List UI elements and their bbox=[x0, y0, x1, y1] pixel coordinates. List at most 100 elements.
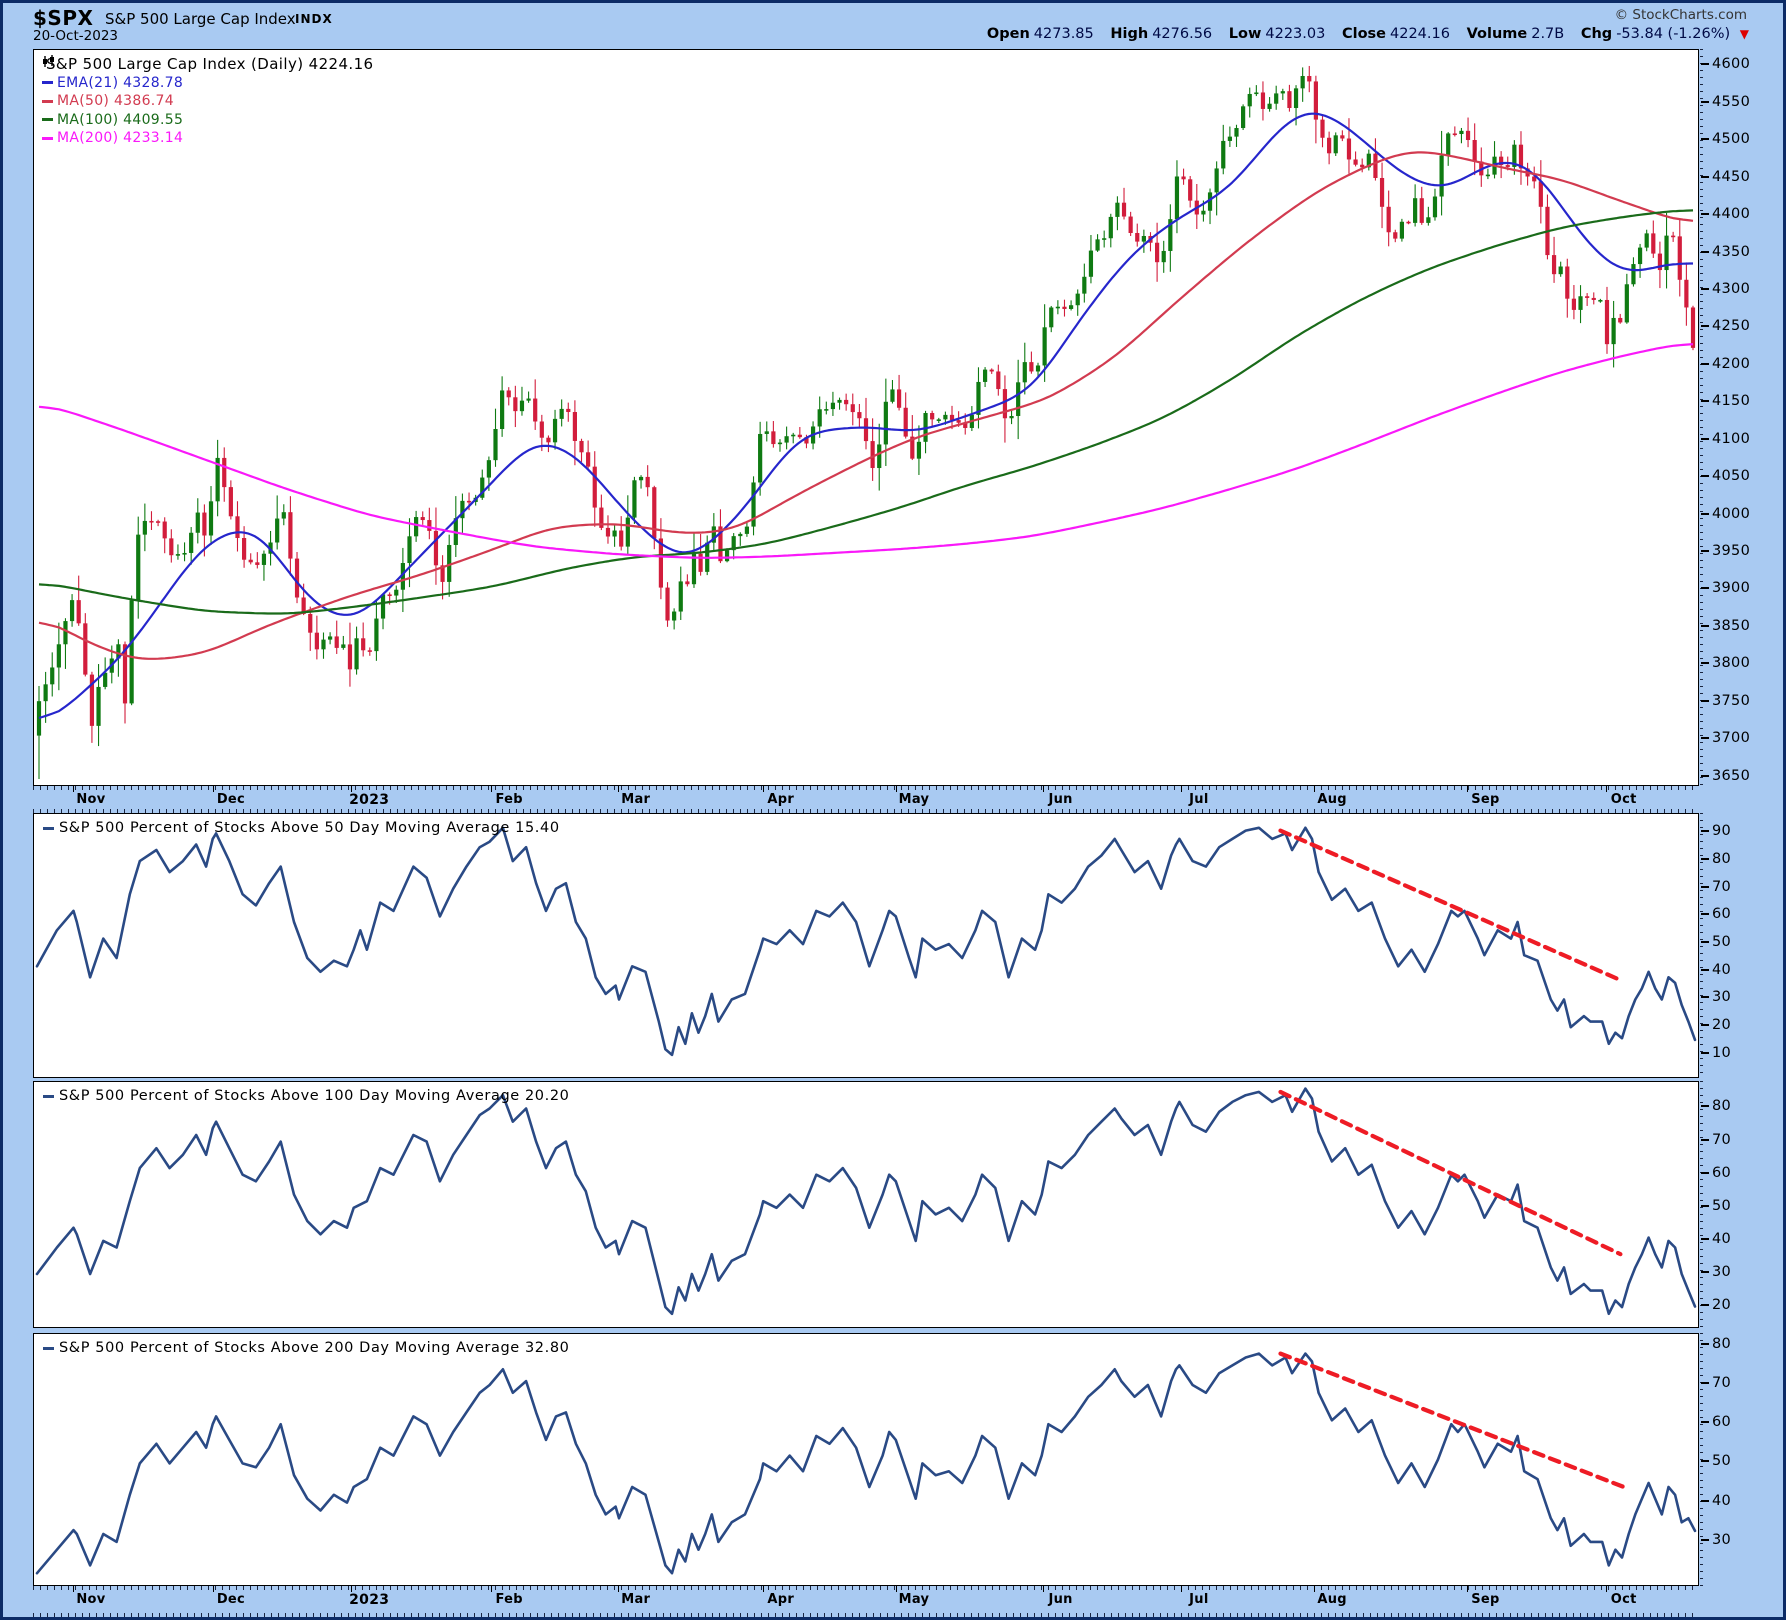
month-label: Mar bbox=[621, 792, 650, 807]
close-label: Close bbox=[1342, 26, 1386, 42]
price-panel: S&P 500 Large Cap Index (Daily) 4224.16 … bbox=[33, 49, 1699, 786]
candlestick-chart bbox=[34, 50, 1698, 785]
month-label: Sep bbox=[1471, 1592, 1499, 1607]
y-tick-label: 70 bbox=[1701, 1375, 1731, 1391]
ma50-line-swatch bbox=[42, 100, 53, 103]
month-label: Mar bbox=[621, 1592, 650, 1607]
y-tick-label: 60 bbox=[1701, 906, 1731, 922]
index-name: S&P 500 Large Cap Index bbox=[105, 10, 296, 28]
month-label: Oct bbox=[1611, 792, 1637, 807]
ma100-line-swatch bbox=[42, 118, 53, 121]
y-tick-label: 4300 bbox=[1701, 281, 1750, 297]
percent-above-100dma-text: S&P 500 Percent of Stocks Above 100 Day … bbox=[59, 1088, 570, 1104]
percent-above-50dma-panel: S&P 500 Percent of Stocks Above 50 Day M… bbox=[33, 813, 1699, 1078]
y-tick-label: 10 bbox=[1701, 1045, 1731, 1061]
y-tick-label: 20 bbox=[1701, 1297, 1731, 1313]
month-tick bbox=[896, 786, 897, 792]
month-tick bbox=[491, 786, 492, 792]
month-label: Nov bbox=[76, 1592, 105, 1607]
y-tick-label: 30 bbox=[1701, 1532, 1731, 1548]
month-tick bbox=[1181, 786, 1182, 792]
percent-above-200dma-panel: S&P 500 Percent of Stocks Above 200 Day … bbox=[33, 1333, 1699, 1586]
ma100-label: MA(100) 4409.55 bbox=[57, 112, 183, 128]
month-tick bbox=[618, 1586, 619, 1592]
month-label: Feb bbox=[495, 1592, 522, 1607]
open-value: 4273.85 bbox=[1034, 26, 1094, 42]
y-tick-label: 4450 bbox=[1701, 169, 1750, 185]
y-tick-label: 70 bbox=[1701, 1132, 1731, 1148]
chart-title-line: S&P 500 Large Cap Index (Daily) 4224.16 bbox=[42, 55, 373, 74]
quote-bar: Open4273.85 High4276.56 Low4223.03 Close… bbox=[975, 26, 1749, 42]
y-tick-label: 4550 bbox=[1701, 94, 1750, 110]
month-tick bbox=[896, 1586, 897, 1592]
date-axis-top: NovDec2023FebMarAprMayJunJulAugSepOct bbox=[33, 786, 1699, 813]
p200-y-axis: 304050607080 bbox=[1700, 1333, 1786, 1586]
price-y-axis: 3650370037503800385039003950400040504100… bbox=[1700, 49, 1786, 786]
percent-above-50dma-chart bbox=[34, 814, 1698, 1077]
month-label: Aug bbox=[1317, 792, 1347, 807]
chart-date: 20-Oct-2023 bbox=[33, 28, 118, 44]
month-label: 2023 bbox=[349, 1592, 389, 1608]
month-label: Sep bbox=[1471, 792, 1499, 807]
month-tick bbox=[1043, 1586, 1044, 1592]
ma200-label: MA(200) 4233.14 bbox=[57, 130, 183, 146]
high-label: High bbox=[1110, 26, 1148, 42]
high-value: 4276.56 bbox=[1152, 26, 1212, 42]
y-tick-label: 50 bbox=[1701, 1453, 1731, 1469]
month-tick bbox=[1467, 1586, 1468, 1592]
month-tick bbox=[1314, 786, 1315, 792]
month-tick bbox=[1314, 1586, 1315, 1592]
legend-ma200: MA(200) 4233.14 bbox=[42, 129, 373, 148]
y-tick-label: 4250 bbox=[1701, 318, 1750, 334]
month-tick bbox=[73, 1586, 74, 1592]
volume-value: 2.7B bbox=[1531, 26, 1564, 42]
y-tick-label: 50 bbox=[1701, 934, 1731, 950]
month-label: Apr bbox=[767, 792, 794, 807]
month-label: Jun bbox=[1048, 792, 1072, 807]
y-tick-label: 3800 bbox=[1701, 655, 1750, 671]
month-tick bbox=[1181, 1586, 1182, 1592]
y-tick-label: 4350 bbox=[1701, 244, 1750, 260]
month-label: 2023 bbox=[349, 792, 389, 808]
percent-above-100dma-chart bbox=[34, 1082, 1698, 1327]
month-label: Jul bbox=[1189, 1592, 1208, 1607]
ema21-line-swatch bbox=[42, 81, 53, 84]
month-tick bbox=[1606, 1586, 1607, 1592]
month-label: Apr bbox=[767, 1592, 794, 1607]
percent-above-50dma-title: S&P 500 Percent of Stocks Above 50 Day M… bbox=[43, 820, 560, 836]
legend-ema21: EMA(21) 4328.78 bbox=[42, 74, 373, 93]
y-tick-label: 20 bbox=[1701, 1017, 1731, 1033]
y-tick-label: 3900 bbox=[1701, 580, 1750, 596]
month-tick bbox=[1467, 786, 1468, 792]
copyright-label: © StockCharts.com bbox=[1615, 7, 1747, 23]
y-tick-label: 90 bbox=[1701, 823, 1731, 839]
p50-y-axis: 102030405060708090 bbox=[1700, 813, 1786, 1078]
y-tick-label: 50 bbox=[1701, 1198, 1731, 1214]
month-tick bbox=[213, 786, 214, 792]
month-label: Feb bbox=[495, 792, 522, 807]
y-tick-label: 60 bbox=[1701, 1414, 1731, 1430]
ticker-symbol: $SPX bbox=[33, 6, 93, 30]
open-label: Open bbox=[987, 26, 1030, 42]
month-label: Jun bbox=[1048, 1592, 1072, 1607]
y-tick-label: 4400 bbox=[1701, 206, 1750, 222]
y-tick-label: 3850 bbox=[1701, 618, 1750, 634]
percent-above-100dma-panel: S&P 500 Percent of Stocks Above 100 Day … bbox=[33, 1081, 1699, 1328]
y-tick-label: 4500 bbox=[1701, 131, 1750, 147]
y-tick-label: 4600 bbox=[1701, 56, 1750, 72]
percent-above-200dma-text: S&P 500 Percent of Stocks Above 200 Day … bbox=[59, 1340, 570, 1356]
month-label: May bbox=[899, 792, 930, 807]
indicator-line-swatch bbox=[43, 1347, 54, 1350]
low-value: 4223.03 bbox=[1265, 26, 1325, 42]
y-tick-label: 80 bbox=[1701, 1098, 1731, 1114]
legend-ma100: MA(100) 4409.55 bbox=[42, 111, 373, 130]
month-label: Aug bbox=[1317, 1592, 1347, 1607]
indicator-line-swatch bbox=[43, 1095, 54, 1098]
month-label: Jul bbox=[1189, 792, 1208, 807]
percent-above-100dma-title: S&P 500 Percent of Stocks Above 100 Day … bbox=[43, 1088, 570, 1104]
y-tick-label: 3700 bbox=[1701, 730, 1750, 746]
month-tick bbox=[213, 1586, 214, 1592]
low-label: Low bbox=[1229, 26, 1262, 42]
chart-title: S&P 500 Large Cap Index (Daily) 4224.16 bbox=[46, 55, 373, 73]
y-tick-label: 40 bbox=[1701, 962, 1731, 978]
